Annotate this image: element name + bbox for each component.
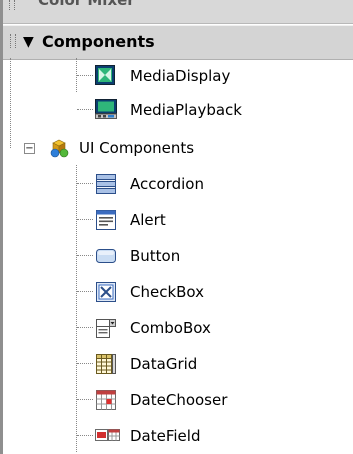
components-panel-header[interactable]: ▼ Components xyxy=(3,25,353,60)
tree-connector xyxy=(77,399,93,400)
collapse-toggle-icon[interactable]: − xyxy=(24,143,35,154)
checkbox-icon xyxy=(95,281,116,302)
button-icon xyxy=(95,245,116,265)
tree-item-label: Button xyxy=(130,247,181,265)
tree-item-datechooser[interactable]: DateChooser xyxy=(0,382,353,418)
tree-item-label: CheckBox xyxy=(130,283,205,301)
tree-item-label: DateChooser xyxy=(130,391,228,409)
tree-group-label: UI Components xyxy=(79,139,195,157)
alert-icon xyxy=(95,209,116,230)
datechooser-icon xyxy=(95,389,116,410)
tree-item-combobox[interactable]: ComboBox xyxy=(0,310,353,346)
tree-connector xyxy=(77,255,93,256)
tree-connector xyxy=(77,291,93,292)
tree-connector xyxy=(77,327,93,328)
ui-components-folder-icon xyxy=(48,137,69,158)
tree-item-label: Accordion xyxy=(130,175,204,193)
tree-connector xyxy=(77,183,93,184)
tree-item-button[interactable]: Button xyxy=(0,238,353,274)
tree-connector xyxy=(77,363,93,364)
datefield-icon xyxy=(95,425,121,445)
combobox-icon xyxy=(95,317,116,338)
tree-item-mediadisplay[interactable]: MediaDisplay xyxy=(0,58,353,94)
tree-item-label: DateField xyxy=(130,427,201,445)
color-mixer-panel-header[interactable]: Color Mixer xyxy=(3,0,353,24)
tree-item-datefield[interactable]: DateField xyxy=(0,418,353,454)
tree-connector xyxy=(77,219,93,220)
media-display-icon xyxy=(95,65,115,85)
tree-connector xyxy=(77,109,93,110)
tree-connector xyxy=(77,435,93,436)
tree-item-label: DataGrid xyxy=(130,355,198,373)
accordion-icon xyxy=(95,173,116,194)
color-mixer-title: Color Mixer xyxy=(38,0,135,9)
collapse-arrow-icon[interactable]: ▼ xyxy=(23,33,34,51)
tree-item-label: ComboBox xyxy=(130,319,211,337)
components-tree: MediaDisplay MediaPlayback − UI Componen… xyxy=(0,58,353,454)
tree-connector xyxy=(77,75,93,76)
tree-item-label: MediaDisplay xyxy=(130,67,231,85)
tree-item-checkbox[interactable]: CheckBox xyxy=(0,274,353,310)
tree-group-ui-components[interactable]: − UI Components xyxy=(0,130,353,166)
panel-grip-icon[interactable] xyxy=(10,34,16,48)
panel-title: Components xyxy=(42,32,155,51)
media-playback-icon xyxy=(95,99,117,119)
tree-item-label: MediaPlayback xyxy=(130,101,242,119)
tree-item-accordion[interactable]: Accordion xyxy=(0,166,353,202)
tree-item-datagrid[interactable]: DataGrid xyxy=(0,346,353,382)
panel-grip-icon[interactable] xyxy=(9,0,15,10)
tree-item-alert[interactable]: Alert xyxy=(0,202,353,238)
tree-item-mediaplayback[interactable]: MediaPlayback xyxy=(0,92,353,128)
datagrid-icon xyxy=(95,353,116,374)
tree-item-label: Alert xyxy=(130,211,166,229)
